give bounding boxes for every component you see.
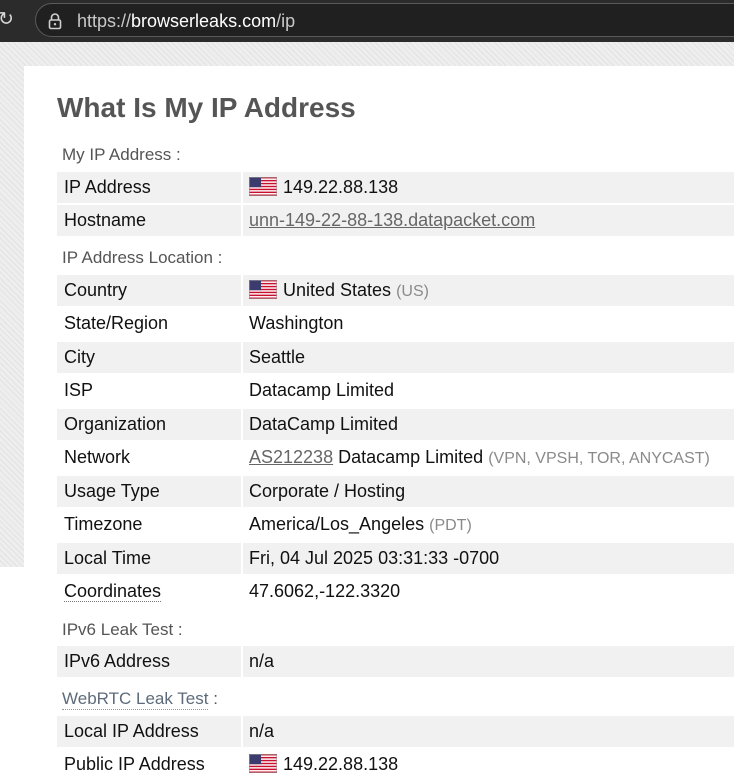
row-hostname: Hostname unn-149-22-88-138.datapacket.co… (57, 205, 734, 236)
row-local-time: Local Time Fri, 04 Jul 2025 03:31:33 -07… (57, 543, 734, 574)
main-content: What Is My IP Address My IP Address : IP… (24, 66, 734, 780)
browser-toolbar: ↻ https://browserleaks.com/ip (0, 0, 734, 42)
hostname-link[interactable]: unn-149-22-88-138.datapacket.com (249, 210, 535, 230)
address-bar[interactable]: https://browserleaks.com/ip (35, 3, 734, 37)
url-text[interactable]: https://browserleaks.com/ip (77, 11, 295, 32)
row-local-ip: Local IP Address n/a (57, 716, 734, 747)
page-background-lower (0, 567, 12, 778)
timezone-value-cell: America/Los_Angeles (PDT) (243, 509, 734, 540)
organization-label: Organization (57, 409, 241, 440)
ipv6-address-value: n/a (243, 646, 734, 677)
network-label: Network (57, 442, 241, 473)
row-ip-address: IP Address 149.22.88.138 (57, 172, 734, 203)
isp-label: ISP (57, 375, 241, 406)
row-city: City Seattle (57, 342, 734, 373)
ip-address-value[interactable]: 149.22.88.138 (283, 177, 398, 197)
webrtc-colon: : (208, 689, 218, 708)
row-public-ip: Public IP Address 149.22.88.138 (57, 749, 734, 780)
us-flag-icon (249, 280, 277, 299)
state-label: State/Region (57, 308, 241, 339)
ipv6-address-label: IPv6 Address (57, 646, 241, 677)
coordinates-value: 47.6062,-122.3320 (243, 576, 734, 607)
reload-icon[interactable]: ↻ (0, 8, 16, 32)
coordinates-label[interactable]: Coordinates (64, 581, 162, 602)
city-label: City (57, 342, 241, 373)
url-path: /ip (276, 11, 296, 31)
section-ipv6: IPv6 Leak Test : (62, 620, 183, 639)
section-my-ip: My IP Address : (62, 145, 181, 164)
webrtc-leak-test-link[interactable]: WebRTC Leak Test (62, 689, 209, 710)
row-state: State/Region Washington (57, 308, 734, 339)
row-timezone: Timezone America/Los_Angeles (PDT) (57, 509, 734, 540)
row-country: Country United States (US) (57, 275, 734, 306)
country-code: (US) (396, 283, 429, 300)
row-isp: ISP Datacamp Limited (57, 375, 734, 406)
local-time-value: Fri, 04 Jul 2025 03:31:33 -0700 (243, 543, 734, 574)
section-webrtc: WebRTC Leak Test : (62, 689, 218, 710)
us-flag-icon (249, 754, 277, 773)
state-value: Washington (243, 308, 734, 339)
country-label: Country (57, 275, 241, 306)
timezone-label: Timezone (57, 509, 241, 540)
hostname-value-cell: unn-149-22-88-138.datapacket.com (243, 205, 734, 236)
url-scheme: https:// (77, 11, 132, 31)
row-usage-type: Usage Type Corporate / Hosting (57, 476, 734, 507)
us-flag-icon (249, 177, 277, 196)
network-value-cell: AS212238 Datacamp Limited (VPN, VPSH, TO… (243, 442, 734, 473)
hostname-label: Hostname (57, 205, 241, 236)
local-ip-value: n/a (243, 716, 734, 747)
row-coordinates: Coordinates 47.6062,-122.3320 (57, 576, 734, 607)
local-time-label: Local Time (57, 543, 241, 574)
ip-address-label: IP Address (57, 172, 241, 203)
country-value-cell: United States (US) (243, 275, 734, 306)
lock-icon[interactable] (47, 12, 63, 30)
timezone-value: America/Los_Angeles (249, 514, 425, 534)
public-ip-label: Public IP Address (57, 749, 241, 780)
local-ip-label: Local IP Address (57, 716, 241, 747)
timezone-abbr: (PDT) (429, 517, 472, 534)
usage-type-value: Corporate / Hosting (243, 476, 734, 507)
country-value: United States (283, 280, 392, 300)
page-title: What Is My IP Address (57, 92, 356, 123)
url-host: browserleaks.com (131, 11, 277, 31)
public-ip-value: 149.22.88.138 (283, 754, 399, 774)
row-network: Network AS212238 Datacamp Limited (VPN, … (57, 442, 734, 473)
section-location: IP Address Location : (62, 248, 223, 267)
row-organization: Organization DataCamp Limited (57, 409, 734, 440)
usage-type-label: Usage Type (57, 476, 241, 507)
ip-address-value-cell: 149.22.88.138 (243, 172, 734, 203)
isp-value: Datacamp Limited (243, 375, 734, 406)
row-ipv6-address: IPv6 Address n/a (57, 646, 734, 677)
network-asn-link[interactable]: AS212238 (249, 447, 333, 467)
organization-value: DataCamp Limited (243, 409, 734, 440)
city-value: Seattle (243, 342, 734, 373)
coordinates-label-cell: Coordinates (57, 576, 241, 607)
public-ip-value-cell: 149.22.88.138 (243, 749, 734, 780)
network-tags: (VPN, VPSH, TOR, ANYCAST) (488, 450, 710, 467)
network-name: Datacamp Limited (338, 447, 484, 467)
